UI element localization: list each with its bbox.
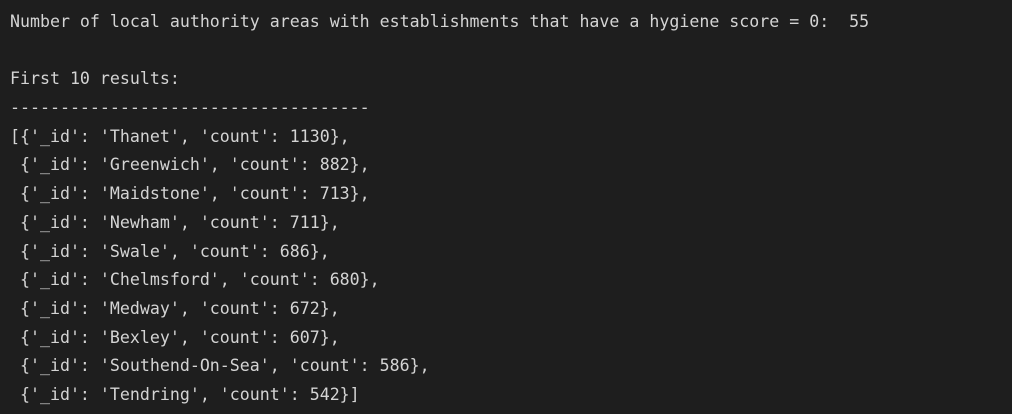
result-line: {'_id': 'Swale', 'count': 686}, bbox=[10, 241, 330, 261]
result-line: {'_id': 'Bexley', 'count': 607}, bbox=[10, 327, 340, 347]
summary-line: Number of local authority areas with est… bbox=[10, 12, 870, 31]
result-line: [{'_id': 'Thanet', 'count': 1130}, bbox=[10, 126, 350, 146]
results-header: First 10 results: bbox=[10, 69, 180, 89]
separator-line: ------------------------------------ bbox=[10, 98, 370, 118]
result-line: {'_id': 'Tendring', 'count': 542}] bbox=[10, 384, 360, 404]
result-line: {'_id': 'Chelmsford', 'count': 680}, bbox=[10, 270, 380, 290]
result-line: {'_id': 'Maidstone', 'count': 713}, bbox=[10, 184, 370, 204]
cell-output: Number of local authority areas with est… bbox=[10, 8, 1006, 410]
result-line: {'_id': 'Greenwich', 'count': 882}, bbox=[10, 155, 370, 175]
result-line: {'_id': 'Southend-On-Sea', 'count': 586}… bbox=[10, 356, 430, 376]
result-line: {'_id': 'Medway', 'count': 672}, bbox=[10, 298, 340, 318]
result-line: {'_id': 'Newham', 'count': 711}, bbox=[10, 212, 340, 232]
